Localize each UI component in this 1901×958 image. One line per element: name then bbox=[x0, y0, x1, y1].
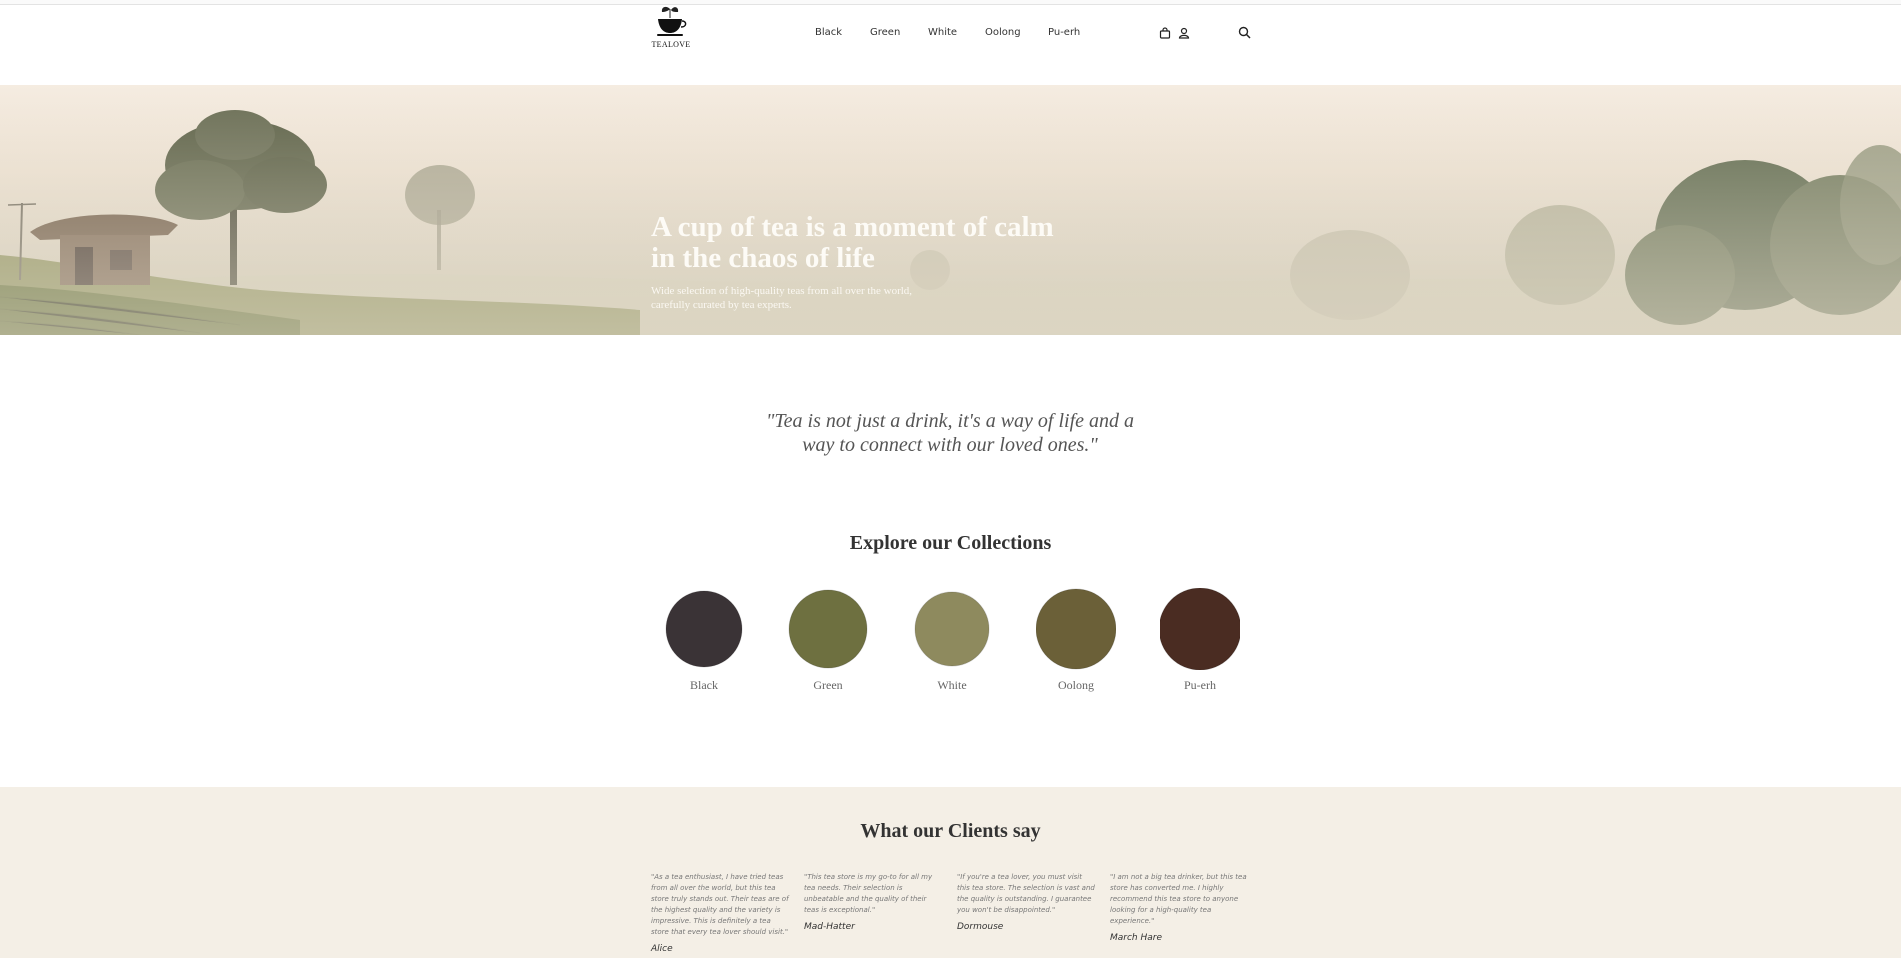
nav-item-oolong[interactable]: Oolong bbox=[985, 27, 1021, 38]
collection-pu-erh[interactable]: Pu-erh bbox=[1150, 588, 1250, 693]
clients-section: What our Clients say "As a tea enthusias… bbox=[0, 787, 1901, 958]
green-tea-leaves-icon bbox=[788, 589, 868, 669]
collection-oolong[interactable]: Oolong bbox=[1026, 588, 1126, 693]
teacup-logo-icon bbox=[657, 6, 687, 36]
hero-title-line: A cup of tea is a moment of calm bbox=[651, 211, 1054, 243]
site-header: TEALOVE Black Green White Oolong Pu-erh bbox=[0, 5, 1901, 85]
hero-subtitle-line: Wide selection of high-quality teas from… bbox=[651, 285, 913, 297]
brand-name: TEALOVE bbox=[651, 40, 691, 49]
collection-label: Green bbox=[813, 678, 843, 692]
testimonial-card: "This tea store is my go-to for all my t… bbox=[804, 872, 942, 932]
testimonial-text: "I am not a big tea drinker, but this te… bbox=[1110, 873, 1247, 925]
user-icon[interactable] bbox=[1178, 26, 1192, 40]
hero-subtitle: Wide selection of high-quality teas from… bbox=[651, 284, 951, 312]
white-tea-leaves-icon bbox=[914, 591, 990, 667]
collection-label: Pu-erh bbox=[1184, 678, 1216, 692]
collection-white[interactable]: White bbox=[902, 588, 1002, 693]
pu-erh-tea-leaves-icon bbox=[1160, 588, 1240, 670]
testimonial-text: "As a tea enthusiast, I have tried teas … bbox=[651, 873, 789, 936]
hero-subtitle-line: carefully curated by tea experts. bbox=[651, 299, 792, 311]
collections-title: Explore our Collections bbox=[849, 532, 1052, 554]
nav-item-black[interactable]: Black bbox=[815, 27, 842, 38]
collection-label: Oolong bbox=[1058, 678, 1094, 692]
testimonial-card: "I am not a big tea drinker, but this te… bbox=[1110, 872, 1248, 943]
search-icon[interactable] bbox=[1238, 26, 1252, 40]
nav-item-pu-erh[interactable]: Pu-erh bbox=[1048, 27, 1080, 38]
bag-icon[interactable] bbox=[1159, 26, 1173, 40]
testimonial-author: March Hare bbox=[1110, 933, 1163, 943]
testimonial-card: "If you're a tea lover, you must visit t… bbox=[957, 872, 1095, 932]
hero-banner: A cup of tea is a moment of calm in the … bbox=[0, 85, 1901, 335]
testimonial-author: Alice bbox=[651, 944, 673, 954]
collection-black[interactable]: Black bbox=[654, 588, 754, 693]
nav-item-green[interactable]: Green bbox=[870, 27, 900, 38]
testimonial-text: "This tea store is my go-to for all my t… bbox=[804, 873, 933, 914]
hero-title-line: in the chaos of life bbox=[651, 242, 875, 274]
quote-line: way to connect with our loved ones." bbox=[802, 434, 1098, 456]
oolong-tea-leaves-icon bbox=[1036, 588, 1116, 670]
testimonial-text: "If you're a tea lover, you must visit t… bbox=[957, 873, 1095, 914]
hero-title: A cup of tea is a moment of calm in the … bbox=[651, 212, 1071, 274]
clients-title: What our Clients say bbox=[860, 820, 1041, 842]
brand-logo[interactable]: TEALOVE bbox=[650, 5, 690, 51]
collection-green[interactable]: Green bbox=[778, 588, 878, 693]
black-tea-leaves-icon bbox=[665, 590, 743, 668]
nav-item-white[interactable]: White bbox=[928, 27, 957, 38]
tea-quote: "Tea is not just a drink, it's a way of … bbox=[760, 409, 1140, 457]
testimonial-author: Mad-Hatter bbox=[804, 922, 855, 932]
collection-label: White bbox=[937, 678, 967, 692]
testimonial-author: Dormouse bbox=[957, 922, 1004, 932]
testimonial-card: "As a tea enthusiast, I have tried teas … bbox=[651, 872, 789, 954]
quote-line: "Tea is not just a drink, it's a way of … bbox=[765, 410, 1135, 432]
collection-label: Black bbox=[690, 678, 718, 692]
